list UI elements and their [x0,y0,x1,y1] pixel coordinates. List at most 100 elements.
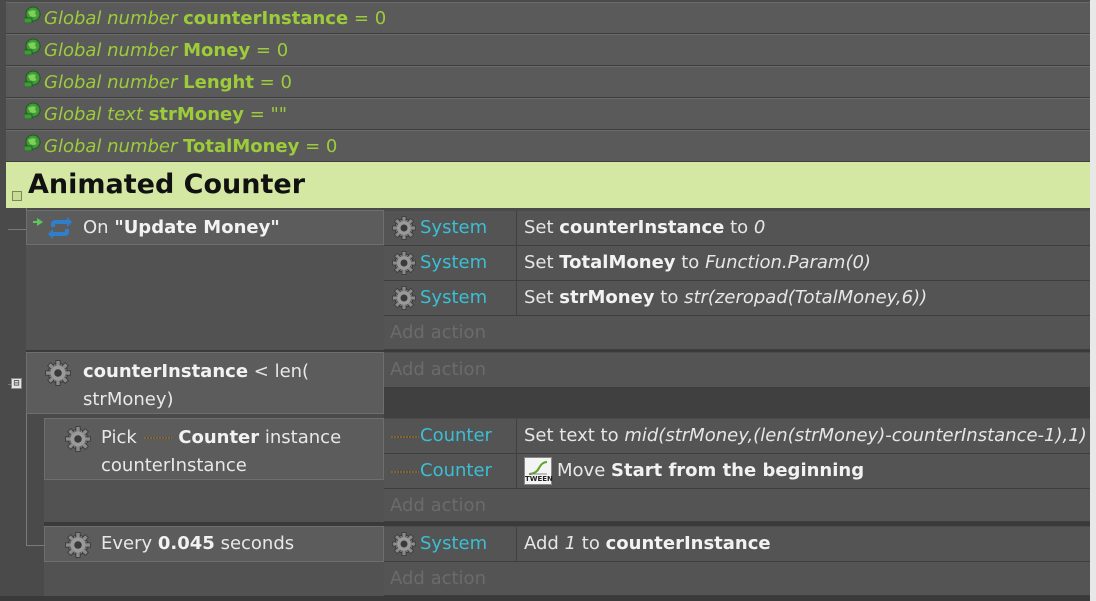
sub2-condition[interactable]: Every 0.045 seconds [44,526,384,562]
action-object: System [420,533,488,554]
event1-action-1[interactable]: System Set counterInstance to 0 [384,211,1090,246]
var-kind: Global text [44,104,143,125]
sub1-condition-rest: instance [264,427,342,448]
action-object: System [420,217,488,238]
event2-condition-line2: strMoney) [83,389,174,410]
action-target: Start from the beginning [611,460,865,481]
global-variable-icon [24,134,41,151]
event2-gap [384,388,1090,418]
event2-condition[interactable]: counterInstance < len( strMoney) [26,352,384,414]
system-gear-icon [392,251,416,275]
event2-condition-name: counterInstance [83,361,249,382]
global-variable-icon [24,38,41,55]
var-value: = 0 [255,40,289,61]
action-to: to [730,217,749,238]
bottom-edge [0,596,1096,601]
var-kind: Global number [44,72,178,93]
function-trigger-icon [33,217,72,239]
tree-line [8,384,11,385]
action-verb: Set [524,252,554,273]
action-value: 1 [564,533,577,554]
global-var-strMoney[interactable]: Global text strMoney = "" [6,98,1090,130]
action-verb: Set [524,217,554,238]
global-variable-icon [24,70,41,87]
var-name: strMoney [148,104,244,125]
sub2-condition-prefix: Every [101,533,153,554]
tree-line [8,229,26,230]
action-value: mid(strMoney,(len(strMoney)-counterInsta… [624,425,1087,446]
action-object: Counter [420,425,492,446]
sub2-condition-suffix: seconds [220,533,295,554]
vertical-scrollbar[interactable] [1090,0,1096,601]
event1-add-action[interactable]: Add action [384,316,1090,350]
action-verb: Set text to [524,425,619,446]
tween-icon-label: TWEEN [525,475,553,483]
action-verb: Add [524,533,559,554]
action-value: str(zeropad(TotalMoney,6)) [684,287,928,308]
action-value: 0 [753,217,766,238]
action-to: to [581,533,600,554]
event1-action-2[interactable]: System Set TotalMoney to Function.Param(… [384,246,1090,281]
sub2-action-1[interactable]: System Add 1 to counterInstance [384,527,1090,562]
action-to: to [660,287,679,308]
global-variable-icon [24,102,41,119]
var-name: TotalMoney [183,136,300,157]
var-kind: Global number [44,40,178,61]
event1-condition[interactable]: On "Update Money" [26,210,384,245]
var-value: = 0 [305,136,338,157]
global-var-TotalMoney[interactable]: Global number TotalMoney = 0 [6,130,1090,162]
sub1-action-2[interactable]: Counter TWEEN Move Start from the beginn… [384,454,1090,489]
sub1-condition-object: Counter [178,427,260,448]
action-to: to [681,252,700,273]
system-gear-icon [392,532,416,556]
global-var-counterInstance[interactable]: Global number counterInstance = 0 [6,2,1090,34]
sub2-add-action[interactable]: Add action [384,562,1090,596]
counter-object-icon [390,471,420,473]
action-target: counterInstance [559,217,725,238]
add-action-label: Add action [390,359,486,380]
add-action-label: Add action [390,568,486,589]
var-name: Money [183,40,251,61]
event1-condition-prefix: On [83,217,109,238]
var-value: = 0 [353,8,387,29]
sub1-condition[interactable]: Pick Counter instance counterInstance [44,418,384,480]
action-verb: Move [557,460,606,481]
action-target: counterInstance [605,533,771,554]
system-gear-icon [392,286,416,310]
tween-behavior-icon: TWEEN [524,457,553,485]
action-target: strMoney [559,287,655,308]
var-name: Lenght [183,72,254,93]
event2-collapse-toggle[interactable]: ⊟ [11,378,22,389]
action-object: Counter [420,460,492,481]
action-verb: Set [524,287,554,308]
global-variable-icon [24,6,41,23]
group-header-animated-counter[interactable]: Animated Counter [6,162,1090,208]
global-var-Lenght[interactable]: Global number Lenght = 0 [6,66,1090,98]
group-collapse-toggle[interactable] [12,191,22,201]
add-action-label: Add action [390,322,486,343]
system-gear-icon [392,216,416,240]
var-kind: Global number [44,136,178,157]
sub1-action-1[interactable]: Counter Set text to mid(strMoney,(len(st… [384,419,1090,454]
action-target: TotalMoney [559,252,676,273]
group-title: Animated Counter [28,169,306,200]
system-gear-icon [65,532,91,558]
action-value: Function.Param(0) [705,252,871,273]
system-gear-icon [45,360,71,386]
event2-condition-rest: < len( [253,361,310,382]
sub1-condition-line2: counterInstance [101,455,247,476]
counter-object-icon [142,437,173,439]
counter-object-icon [390,436,420,438]
add-action-label: Add action [390,495,486,516]
global-var-Money[interactable]: Global number Money = 0 [6,34,1090,66]
event2-add-action[interactable]: Add action [384,353,1090,388]
var-name: counterInstance [183,8,349,29]
sub1-condition-pick: Pick [101,427,137,448]
sub2-condition-value: 0.045 [157,533,215,554]
tree-line [26,545,44,546]
var-value: = "" [249,104,288,125]
var-kind: Global number [44,8,178,29]
action-object: System [420,287,488,308]
event1-action-3[interactable]: System Set strMoney to str(zeropad(Total… [384,281,1090,316]
sub1-add-action[interactable]: Add action [384,489,1090,522]
